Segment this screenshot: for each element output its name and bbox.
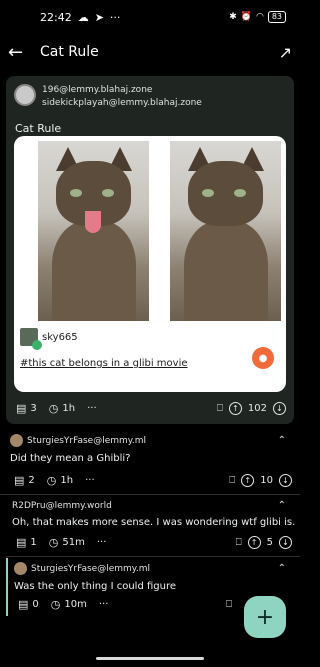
status-bar: 22:42 ☁ ➤ ··· ✱ ⏰ ◠ 83 bbox=[0, 0, 300, 34]
post-age: 1h bbox=[62, 403, 76, 414]
comment-age: 51m bbox=[62, 537, 85, 548]
embed-link[interactable]: #this cat belongs in a glibi movie bbox=[20, 358, 188, 369]
reply-count: 0 bbox=[32, 599, 39, 610]
cloud-icon: ☁ bbox=[77, 10, 89, 24]
embed-author[interactable]: sky665 bbox=[20, 328, 78, 350]
comment-icon[interactable]: ▤ bbox=[16, 402, 26, 415]
bookmark-icon[interactable]: ⎕ bbox=[226, 599, 232, 610]
downvote-icon[interactable]: ↓ bbox=[279, 536, 292, 549]
comment[interactable]: SturgiesYrFase@lemmy.ml ⌃ Was the only t… bbox=[0, 562, 300, 592]
post-author[interactable]: sidekickplayah@lemmy.blahaj.zone bbox=[42, 97, 202, 110]
bookmark-icon[interactable]: ⎕ bbox=[236, 537, 242, 548]
cat-image-left bbox=[38, 141, 149, 321]
comment-author[interactable]: SturgiesYrFase@lemmy.ml bbox=[31, 564, 150, 574]
commenter-avatar bbox=[10, 434, 23, 447]
comment-author[interactable]: R2DPru@lemmy.world bbox=[12, 501, 112, 511]
clock-icon: ◷ bbox=[50, 598, 61, 611]
embed-author-avatar bbox=[20, 328, 42, 350]
comment-age: 10m bbox=[64, 599, 87, 610]
collapse-icon[interactable]: ⌃ bbox=[278, 435, 286, 446]
collapse-icon[interactable]: ⌃ bbox=[278, 500, 286, 511]
embedded-image-post[interactable]: sky665 #this cat belongs in a glibi movi… bbox=[14, 136, 286, 392]
downvote-icon[interactable]: ↓ bbox=[279, 474, 292, 487]
post-card[interactable]: 196@lemmy.blahaj.zone sidekickplayah@lem… bbox=[6, 76, 294, 424]
bookmark-icon[interactable]: ⎕ bbox=[229, 475, 235, 486]
reddit-icon: ● bbox=[252, 347, 274, 369]
reply-icon[interactable]: ▤ bbox=[16, 536, 26, 549]
cat-image-right bbox=[170, 141, 281, 321]
gesture-nav-bar[interactable] bbox=[96, 657, 204, 660]
commenter-avatar bbox=[14, 562, 27, 575]
upvote-icon[interactable]: ↑ bbox=[241, 474, 255, 487]
comment-score: 5 bbox=[266, 537, 273, 548]
bookmark-icon[interactable]: ⎕ bbox=[217, 403, 223, 414]
more-icon: ··· bbox=[109, 10, 121, 24]
reply-icon[interactable]: ▤ bbox=[18, 598, 28, 611]
post-score: 102 bbox=[247, 403, 267, 414]
comment-score: 10 bbox=[260, 475, 273, 486]
divider bbox=[6, 556, 300, 557]
more-options-icon[interactable]: ··· bbox=[97, 537, 107, 548]
clock-icon: ◷ bbox=[48, 402, 59, 415]
trending-icon[interactable]: ↗ bbox=[279, 43, 292, 62]
embed-author-name: sky665 bbox=[42, 331, 78, 343]
clock: 22:42 bbox=[40, 10, 72, 24]
upvote-icon[interactable]: ↑ bbox=[247, 536, 261, 549]
wifi-icon: ◠ bbox=[255, 12, 264, 22]
community-name[interactable]: 196@lemmy.blahaj.zone bbox=[42, 84, 202, 97]
reply-icon[interactable]: ▤ bbox=[14, 474, 24, 487]
post-title: Cat Rule bbox=[15, 122, 62, 135]
comment-body: Was the only thing I could figure bbox=[14, 581, 177, 592]
clock-icon: ◷ bbox=[46, 474, 57, 487]
comment-body: Oh, that makes more sense. I was wonderi… bbox=[12, 517, 296, 528]
community-avatar[interactable] bbox=[14, 84, 36, 106]
comment-count: 3 bbox=[30, 403, 37, 414]
comment[interactable]: R2DPru@lemmy.world ⌃ Oh, that makes more… bbox=[0, 500, 300, 528]
page-title: Cat Rule bbox=[40, 44, 99, 60]
more-options-icon[interactable]: ··· bbox=[87, 403, 97, 414]
send-icon: ➤ bbox=[94, 10, 104, 24]
app-bar: ← Cat Rule ↗ bbox=[0, 34, 300, 70]
add-comment-button[interactable]: + bbox=[244, 596, 286, 638]
plus-icon: + bbox=[255, 604, 275, 630]
comment-author[interactable]: SturgiesYrFase@lemmy.ml bbox=[27, 436, 146, 446]
comment[interactable]: SturgiesYrFase@lemmy.ml ⌃ Did they mean … bbox=[0, 434, 300, 464]
more-options-icon[interactable]: ··· bbox=[85, 475, 95, 486]
comment-body: Did they mean a Ghibli? bbox=[10, 453, 131, 464]
downvote-icon[interactable]: ↓ bbox=[273, 402, 286, 415]
reply-count: 2 bbox=[28, 475, 35, 486]
clock-icon: ◷ bbox=[48, 536, 59, 549]
comment-actions: ▤ 2 ◷ 1h ··· ⎕ ↑ 10 ↓ bbox=[0, 474, 300, 487]
alarm-icon: ⏰ bbox=[240, 12, 252, 22]
battery-icon: 83 bbox=[267, 11, 286, 23]
more-options-icon[interactable]: ··· bbox=[99, 599, 109, 610]
post-actions: ▤ 3 ◷ 1h ··· ⎕ ↑ 102 ↓ bbox=[6, 402, 294, 415]
comment-actions: ▤ 1 ◷ 51m ··· ⎕ ↑ 5 ↓ bbox=[0, 536, 300, 549]
back-arrow-icon[interactable]: ← bbox=[8, 42, 32, 63]
bluetooth-icon: ✱ bbox=[229, 12, 237, 22]
upvote-icon[interactable]: ↑ bbox=[228, 402, 242, 415]
collapse-icon[interactable]: ⌃ bbox=[278, 563, 286, 574]
reply-count: 1 bbox=[30, 537, 37, 548]
divider bbox=[0, 494, 300, 495]
comment-age: 1h bbox=[60, 475, 74, 486]
